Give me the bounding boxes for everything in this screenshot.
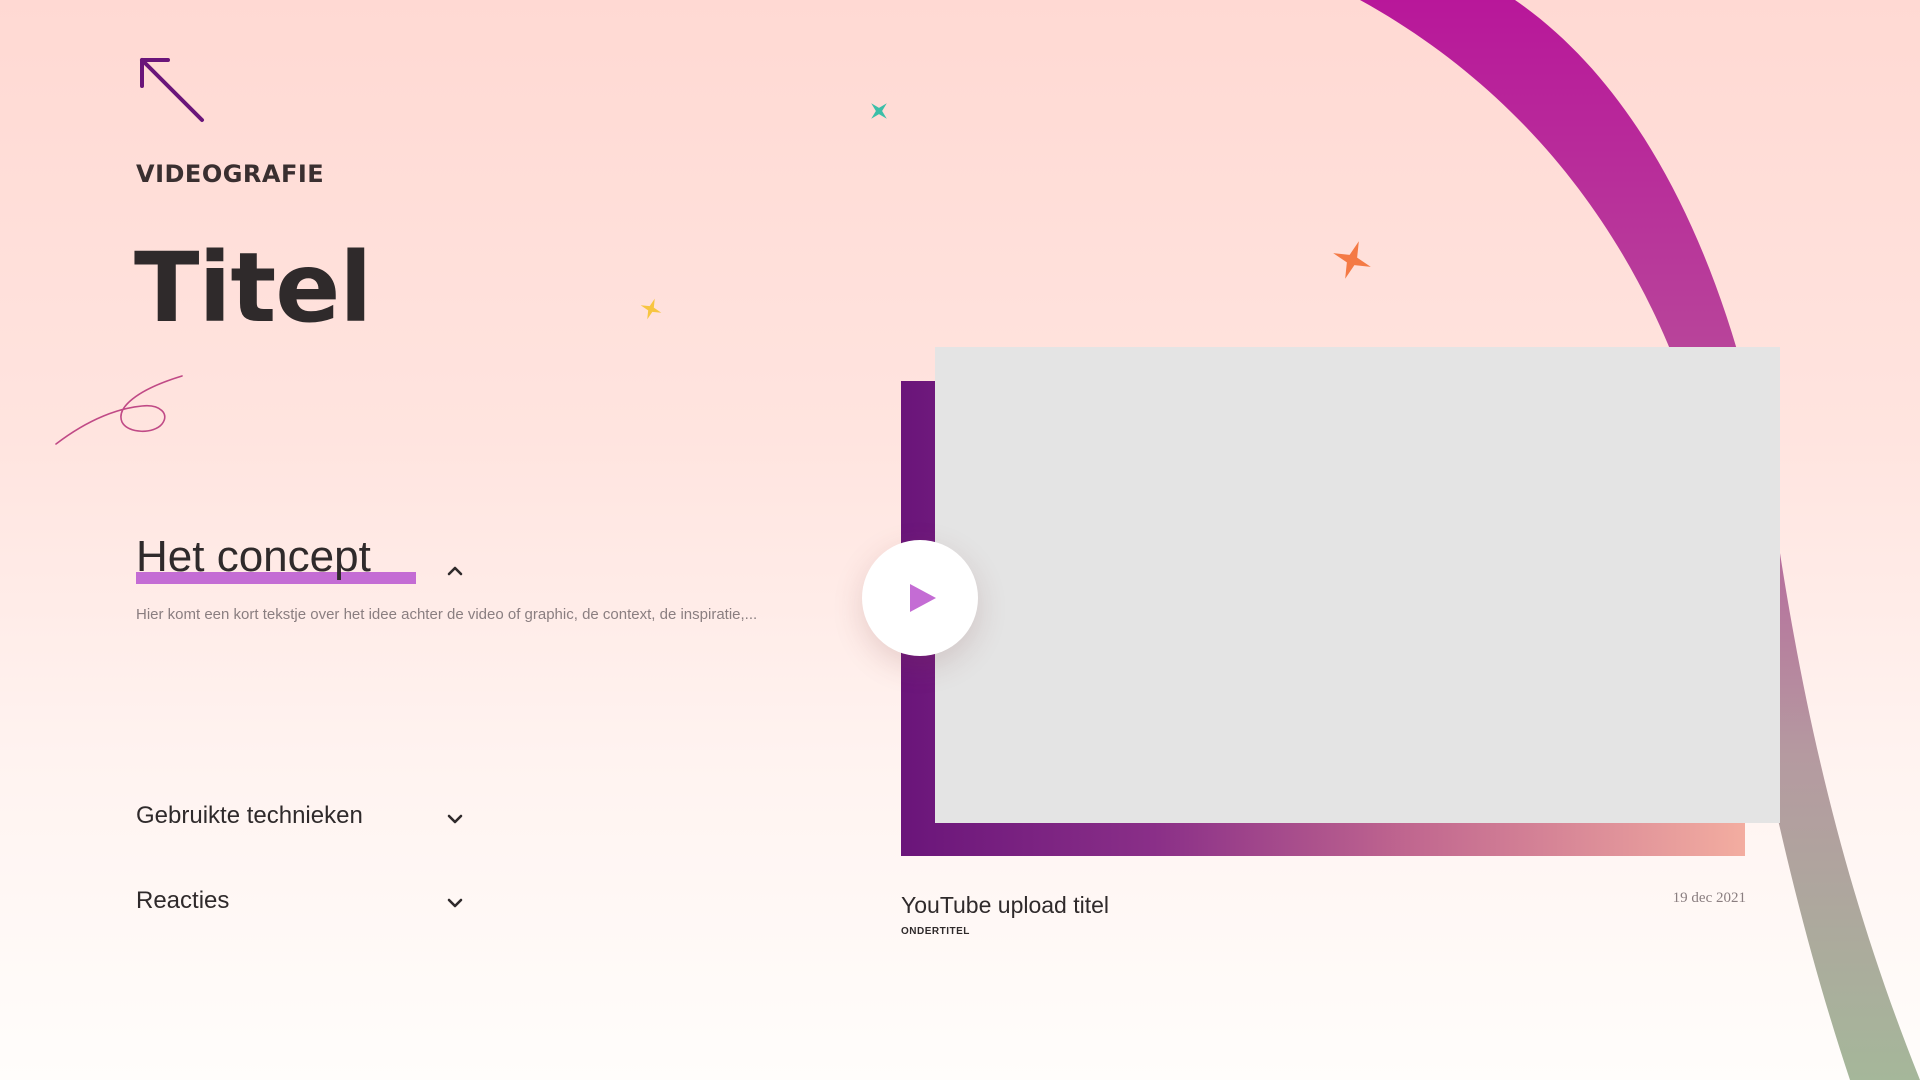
video-subtitle: ONDERTITEL	[901, 926, 970, 937]
accordion-concept-text: Hier komt een kort tekstje over het idee…	[136, 606, 758, 623]
video-date: 19 dec 2021	[1672, 890, 1746, 906]
sparkle-yellow-icon	[640, 298, 662, 320]
section-label: VIDEOGRAFIE	[136, 160, 325, 188]
sparkle-teal-icon	[871, 103, 887, 119]
squiggle-doodle	[55, 375, 183, 445]
sparkle-orange-icon	[1333, 241, 1371, 279]
video-player[interactable]	[935, 347, 1780, 823]
chevron-up-icon[interactable]	[444, 560, 466, 582]
page-title: Titel	[134, 232, 372, 344]
accordion-concept-header[interactable]: Het concept	[136, 532, 371, 582]
back-arrow-icon[interactable]	[130, 48, 210, 128]
chevron-down-icon[interactable]	[444, 892, 466, 914]
chevron-down-icon[interactable]	[444, 808, 466, 830]
accordion-reactions-header[interactable]: Reacties	[136, 887, 229, 915]
play-icon	[910, 584, 936, 612]
accordion-concept-title: Het concept	[136, 532, 371, 581]
accordion-techniques-header[interactable]: Gebruikte technieken	[136, 802, 363, 830]
play-button[interactable]	[862, 540, 978, 656]
video-title: YouTube upload titel	[901, 892, 1110, 918]
